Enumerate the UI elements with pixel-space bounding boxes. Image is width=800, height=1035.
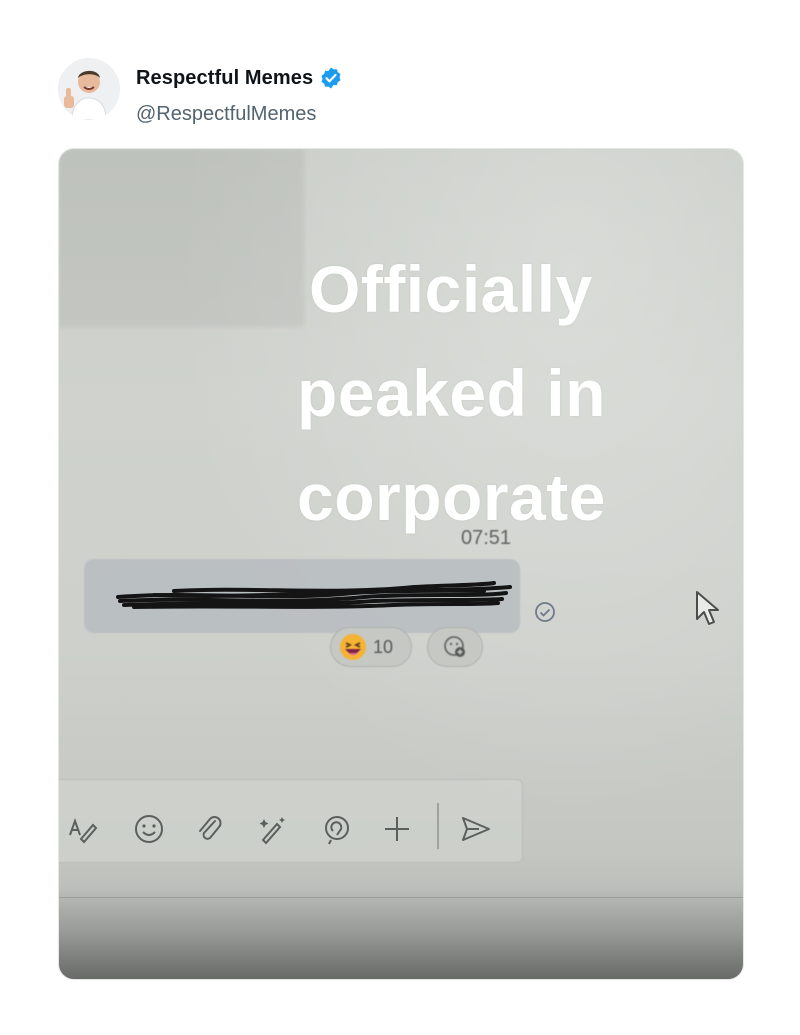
- screen-bottom-shadow: [59, 887, 743, 979]
- loop-button[interactable]: [319, 811, 355, 847]
- tweet-photo[interactable]: Officially peaked in corporate 07:51 10: [58, 148, 744, 980]
- attach-button[interactable]: [191, 811, 227, 847]
- caption-line-2: peaked in: [297, 356, 606, 430]
- display-name-text[interactable]: Respectful Memes: [136, 67, 313, 90]
- plus-icon: [385, 817, 409, 841]
- attach-icon: [199, 816, 222, 840]
- verified-badge-icon: [319, 66, 343, 90]
- copilot-button[interactable]: [255, 811, 291, 847]
- meme-caption: Officially peaked in corporate: [297, 237, 717, 549]
- emoji-button[interactable]: [131, 811, 167, 847]
- loop-icon: [325, 816, 349, 845]
- caption-line-1: Officially: [309, 252, 593, 326]
- display-name[interactable]: Respectful Memes: [136, 66, 343, 90]
- reaction-count: 10: [373, 636, 394, 657]
- handle[interactable]: @RespectfulMemes: [136, 103, 316, 126]
- mouse-cursor-icon: [696, 591, 719, 625]
- format-icon: [69, 818, 98, 844]
- magic-wand-icon: [259, 817, 285, 845]
- grinning-squinting-face-icon: [340, 634, 366, 660]
- redaction-scribble: [116, 581, 512, 609]
- add-reaction-icon: [444, 636, 465, 657]
- tweet-header: Respectful Memes @RespectfulMemes: [58, 58, 658, 130]
- message-timestamp: 07:51: [461, 527, 512, 549]
- send-button[interactable]: [457, 811, 493, 847]
- more-options-button[interactable]: [379, 811, 415, 847]
- reaction-pill[interactable]: 10: [330, 627, 412, 667]
- avatar[interactable]: [58, 58, 120, 120]
- background-panel: [59, 149, 304, 327]
- send-icon: [462, 817, 490, 841]
- composer-divider: [437, 803, 439, 849]
- seen-check-icon: [535, 602, 555, 622]
- add-reaction-button[interactable]: [427, 627, 483, 667]
- format-button[interactable]: [65, 811, 101, 847]
- emoji-icon: [135, 815, 163, 843]
